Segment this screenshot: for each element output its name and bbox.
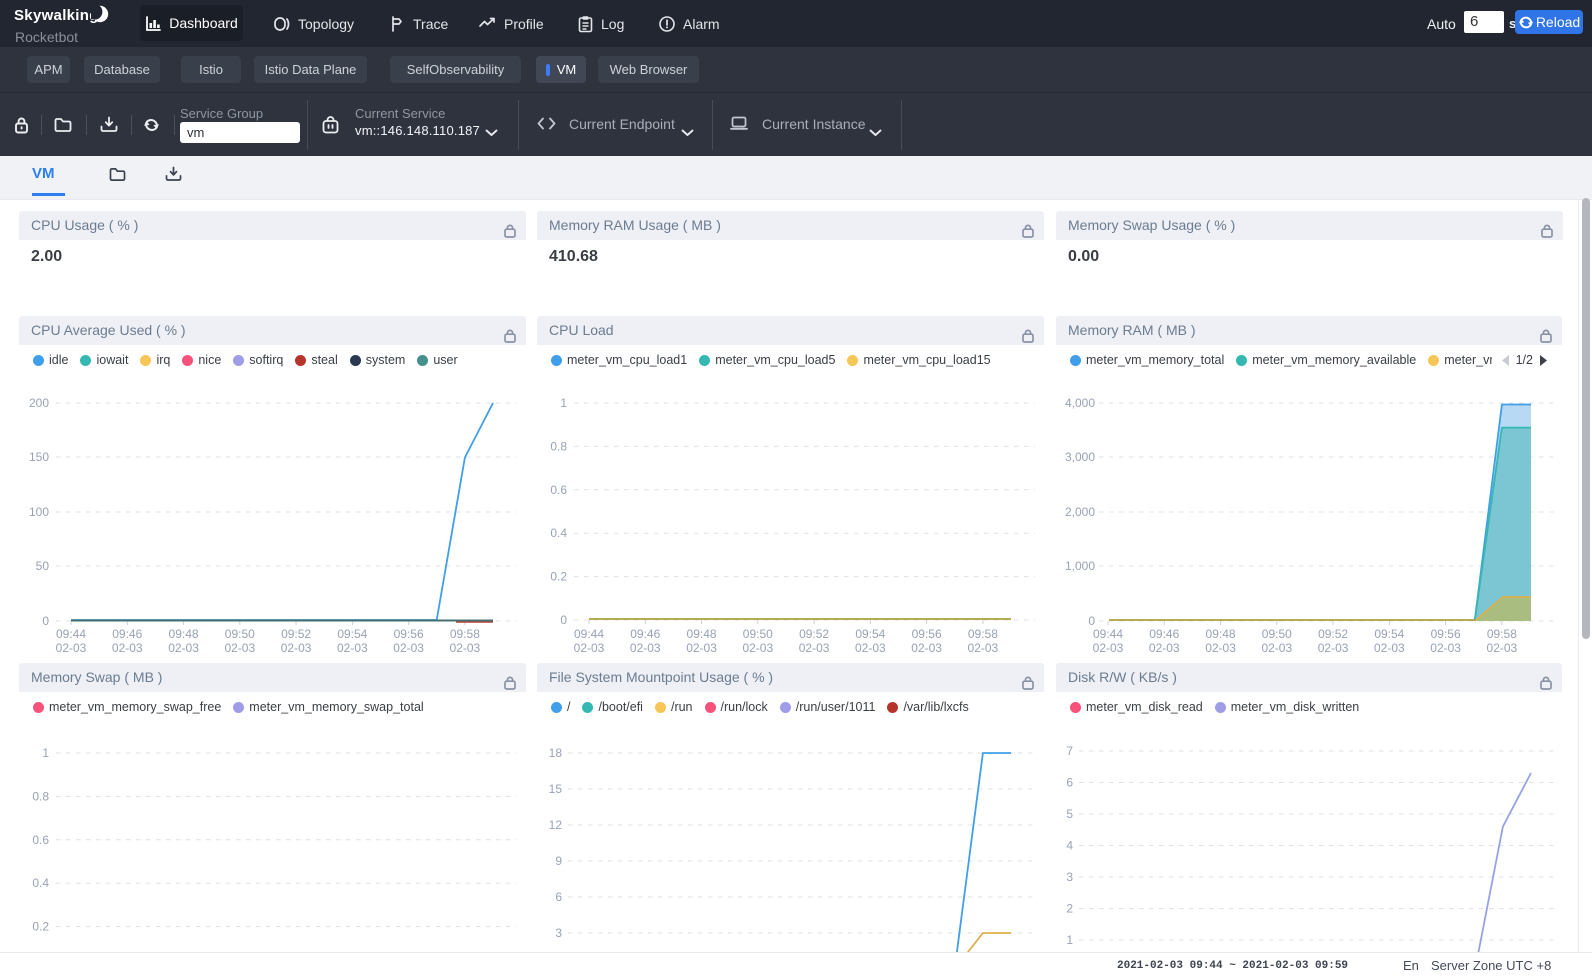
svg-text:09:46: 09:46 bbox=[1149, 627, 1179, 641]
svg-text:50: 50 bbox=[36, 559, 50, 573]
svg-text:200: 200 bbox=[29, 396, 49, 410]
svg-text:02-03: 02-03 bbox=[393, 641, 424, 655]
svg-text:0: 0 bbox=[1088, 614, 1095, 628]
svg-text:02-03: 02-03 bbox=[1261, 641, 1292, 655]
svg-text:02-03: 02-03 bbox=[1318, 641, 1349, 655]
svg-text:0.6: 0.6 bbox=[32, 833, 49, 847]
svg-text:09:44: 09:44 bbox=[1093, 627, 1123, 641]
svg-text:12: 12 bbox=[549, 818, 563, 832]
svg-text:6: 6 bbox=[1066, 776, 1073, 790]
svg-text:09:48: 09:48 bbox=[169, 627, 199, 641]
svg-text:02-03: 02-03 bbox=[1149, 641, 1180, 655]
svg-text:02-03: 02-03 bbox=[168, 641, 199, 655]
svg-text:02-03: 02-03 bbox=[112, 641, 143, 655]
svg-text:09:58: 09:58 bbox=[968, 627, 998, 641]
svg-text:0.6: 0.6 bbox=[550, 483, 567, 497]
svg-text:0.4: 0.4 bbox=[550, 526, 567, 540]
svg-text:09:48: 09:48 bbox=[687, 627, 717, 641]
svg-text:09:56: 09:56 bbox=[1431, 627, 1461, 641]
svg-text:09:44: 09:44 bbox=[574, 627, 604, 641]
svg-text:02-03: 02-03 bbox=[1093, 641, 1124, 655]
svg-text:0.2: 0.2 bbox=[32, 920, 49, 934]
svg-text:09:44: 09:44 bbox=[56, 627, 86, 641]
svg-text:02-03: 02-03 bbox=[337, 641, 368, 655]
svg-text:1: 1 bbox=[1066, 933, 1073, 947]
svg-text:02-03: 02-03 bbox=[224, 641, 255, 655]
svg-text:09:52: 09:52 bbox=[799, 627, 829, 641]
svg-text:2,000: 2,000 bbox=[1065, 505, 1095, 519]
svg-text:09:50: 09:50 bbox=[743, 627, 773, 641]
svg-text:0.8: 0.8 bbox=[32, 789, 49, 803]
svg-text:1: 1 bbox=[560, 396, 567, 410]
svg-text:0.2: 0.2 bbox=[550, 570, 567, 584]
svg-text:02-03: 02-03 bbox=[968, 641, 999, 655]
svg-text:2: 2 bbox=[1066, 902, 1073, 916]
svg-text:09:48: 09:48 bbox=[1206, 627, 1236, 641]
svg-text:09:50: 09:50 bbox=[1262, 627, 1292, 641]
svg-text:09:54: 09:54 bbox=[1374, 627, 1404, 641]
svg-text:02-03: 02-03 bbox=[1374, 641, 1405, 655]
svg-text:09:56: 09:56 bbox=[912, 627, 942, 641]
svg-text:09:52: 09:52 bbox=[281, 627, 311, 641]
svg-text:1,000: 1,000 bbox=[1065, 559, 1095, 573]
svg-text:02-03: 02-03 bbox=[56, 641, 87, 655]
svg-text:4,000: 4,000 bbox=[1065, 396, 1095, 410]
svg-text:02-03: 02-03 bbox=[911, 641, 942, 655]
svg-text:09:46: 09:46 bbox=[630, 627, 660, 641]
svg-text:02-03: 02-03 bbox=[686, 641, 717, 655]
svg-text:02-03: 02-03 bbox=[799, 641, 830, 655]
svg-text:02-03: 02-03 bbox=[450, 641, 481, 655]
svg-text:100: 100 bbox=[29, 505, 49, 519]
svg-text:150: 150 bbox=[29, 450, 49, 464]
svg-text:09:58: 09:58 bbox=[1487, 627, 1517, 641]
svg-text:5: 5 bbox=[1066, 807, 1073, 821]
svg-text:09:58: 09:58 bbox=[450, 627, 480, 641]
svg-text:18: 18 bbox=[549, 746, 563, 760]
svg-text:02-03: 02-03 bbox=[1205, 641, 1236, 655]
svg-text:3,000: 3,000 bbox=[1065, 450, 1095, 464]
svg-text:09:46: 09:46 bbox=[112, 627, 142, 641]
svg-text:7: 7 bbox=[1066, 744, 1073, 758]
svg-text:02-03: 02-03 bbox=[742, 641, 773, 655]
svg-text:4: 4 bbox=[1066, 839, 1073, 853]
svg-text:02-03: 02-03 bbox=[855, 641, 886, 655]
svg-text:02-03: 02-03 bbox=[1430, 641, 1461, 655]
svg-text:09:54: 09:54 bbox=[855, 627, 885, 641]
svg-text:0.4: 0.4 bbox=[32, 876, 49, 890]
svg-text:02-03: 02-03 bbox=[1487, 641, 1518, 655]
svg-text:02-03: 02-03 bbox=[281, 641, 312, 655]
svg-text:3: 3 bbox=[1066, 870, 1073, 884]
svg-text:09:50: 09:50 bbox=[225, 627, 255, 641]
svg-text:6: 6 bbox=[555, 890, 562, 904]
svg-text:0.8: 0.8 bbox=[550, 439, 567, 453]
svg-text:3: 3 bbox=[555, 926, 562, 940]
svg-text:15: 15 bbox=[549, 782, 563, 796]
svg-text:0: 0 bbox=[560, 613, 567, 627]
svg-text:09:52: 09:52 bbox=[1318, 627, 1348, 641]
svg-text:02-03: 02-03 bbox=[574, 641, 605, 655]
svg-text:02-03: 02-03 bbox=[630, 641, 661, 655]
svg-text:1: 1 bbox=[42, 746, 49, 760]
svg-text:09:54: 09:54 bbox=[337, 627, 367, 641]
svg-text:9: 9 bbox=[555, 854, 562, 868]
svg-text:0: 0 bbox=[42, 614, 49, 628]
svg-text:09:56: 09:56 bbox=[394, 627, 424, 641]
